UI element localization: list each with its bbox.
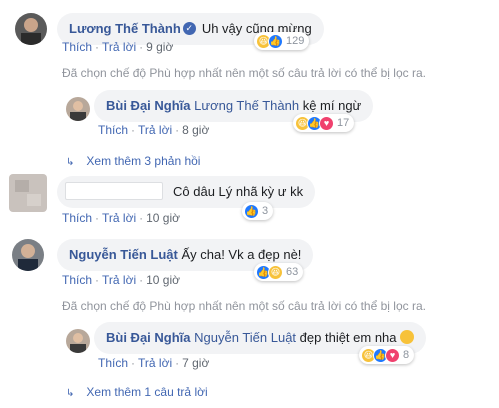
comment-author[interactable]: Nguyễn Tiến Luật	[69, 247, 178, 262]
like-link[interactable]: Thích	[98, 356, 128, 370]
reaction-summary[interactable]: 😆 👍 ♥ 8	[359, 346, 415, 364]
comment-time[interactable]: 9 giờ	[146, 40, 173, 54]
like-icon: 👍	[268, 33, 283, 49]
comment-actions: Thích · Trả lời · 10 giờ	[62, 211, 180, 225]
reaction-count: 17	[337, 117, 350, 129]
comment-text: đẹp thiệt em nha	[299, 330, 397, 345]
haha-icon: 😆	[268, 264, 283, 280]
view-more-label: Xem thêm 1 câu trả lời	[86, 385, 208, 399]
filter-notice: Đã chọn chế độ Phù hợp nhất nên một số c…	[62, 299, 426, 313]
avatar-nguyen-tien-luat[interactable]	[12, 239, 44, 271]
mention-link[interactable]: Nguyễn Tiến Luật	[194, 330, 296, 345]
comment-actions: Thích · Trả lời · 8 giờ	[98, 123, 210, 137]
comment-time[interactable]: 10 giờ	[146, 273, 180, 287]
like-link[interactable]: Thích	[98, 123, 128, 137]
view-more-label: Xem thêm 3 phản hồi	[86, 154, 201, 168]
comment-text: Cô dâu Lý nhã kỳ ư kk	[173, 184, 304, 199]
comment-actions: Thích · Trả lời · 9 giờ	[62, 40, 174, 54]
avatar-bui-dai-nghia[interactable]	[66, 97, 90, 121]
comment-time[interactable]: 10 giờ	[146, 211, 180, 225]
reaction-count: 129	[286, 35, 305, 47]
comment-time[interactable]: 7 giờ	[182, 356, 209, 370]
love-icon: ♥	[319, 115, 334, 131]
comment-actions: Thích · Trả lời · 7 giờ	[98, 356, 210, 370]
reaction-summary[interactable]: 😆 👍 ♥ 17	[293, 114, 355, 132]
like-icon: 👍	[244, 203, 259, 219]
reply-link[interactable]: Trả lời	[138, 123, 172, 137]
comment-time[interactable]: 8 giờ	[182, 123, 209, 137]
reaction-summary[interactable]: 😆 👍 129	[254, 32, 310, 50]
comment-bubble: Cô dâu Lý nhã kỳ ư kk	[57, 176, 316, 208]
comment-author[interactable]: Bùi Đại Nghĩa	[106, 98, 191, 113]
comment-text: Ấy cha! Vk a đẹp nè!	[181, 247, 302, 262]
reaction-count: 8	[403, 349, 410, 361]
mention-link[interactable]: Lương Thế Thành	[194, 98, 299, 113]
reply-arrow-icon: ↳	[66, 388, 75, 399]
reply-link[interactable]: Trả lời	[102, 273, 136, 287]
reply-link[interactable]: Trả lời	[102, 40, 136, 54]
avatar-bui-dai-nghia[interactable]	[66, 329, 90, 353]
comment-text: kệ mí ngừ	[302, 98, 362, 113]
reply-link[interactable]: Trả lời	[102, 211, 136, 225]
comment-author[interactable]: Bùi Đại Nghĩa	[106, 330, 191, 345]
like-link[interactable]: Thích	[62, 211, 92, 225]
blurred-author[interactable]	[65, 182, 163, 201]
check-badge-icon: ✓	[182, 22, 196, 36]
reply-link[interactable]: Trả lời	[138, 356, 172, 370]
reaction-count: 63	[286, 266, 299, 278]
reaction-summary[interactable]: 👍 3	[242, 202, 274, 220]
avatar-luong-the-thanh[interactable]	[15, 13, 47, 45]
reply-arrow-icon: ↳	[66, 157, 75, 168]
filter-notice: Đã chọn chế độ Phù hợp nhất nên một số c…	[62, 66, 426, 80]
like-link[interactable]: Thích	[62, 273, 92, 287]
view-more-replies[interactable]: ↳ Xem thêm 1 câu trả lời	[66, 385, 208, 399]
love-icon: ♥	[385, 347, 400, 363]
comment-actions: Thích · Trả lời · 10 giờ	[62, 273, 180, 287]
view-more-replies[interactable]: ↳ Xem thêm 3 phản hồi	[66, 154, 200, 168]
grin-emoji-icon	[400, 330, 415, 345]
reaction-summary[interactable]: 👍 😆 63	[254, 263, 304, 281]
reaction-count: 3	[262, 205, 269, 217]
avatar-blurred[interactable]	[9, 174, 47, 212]
like-link[interactable]: Thích	[62, 40, 92, 54]
comment-author[interactable]: Lương Thế Thành	[69, 21, 181, 36]
